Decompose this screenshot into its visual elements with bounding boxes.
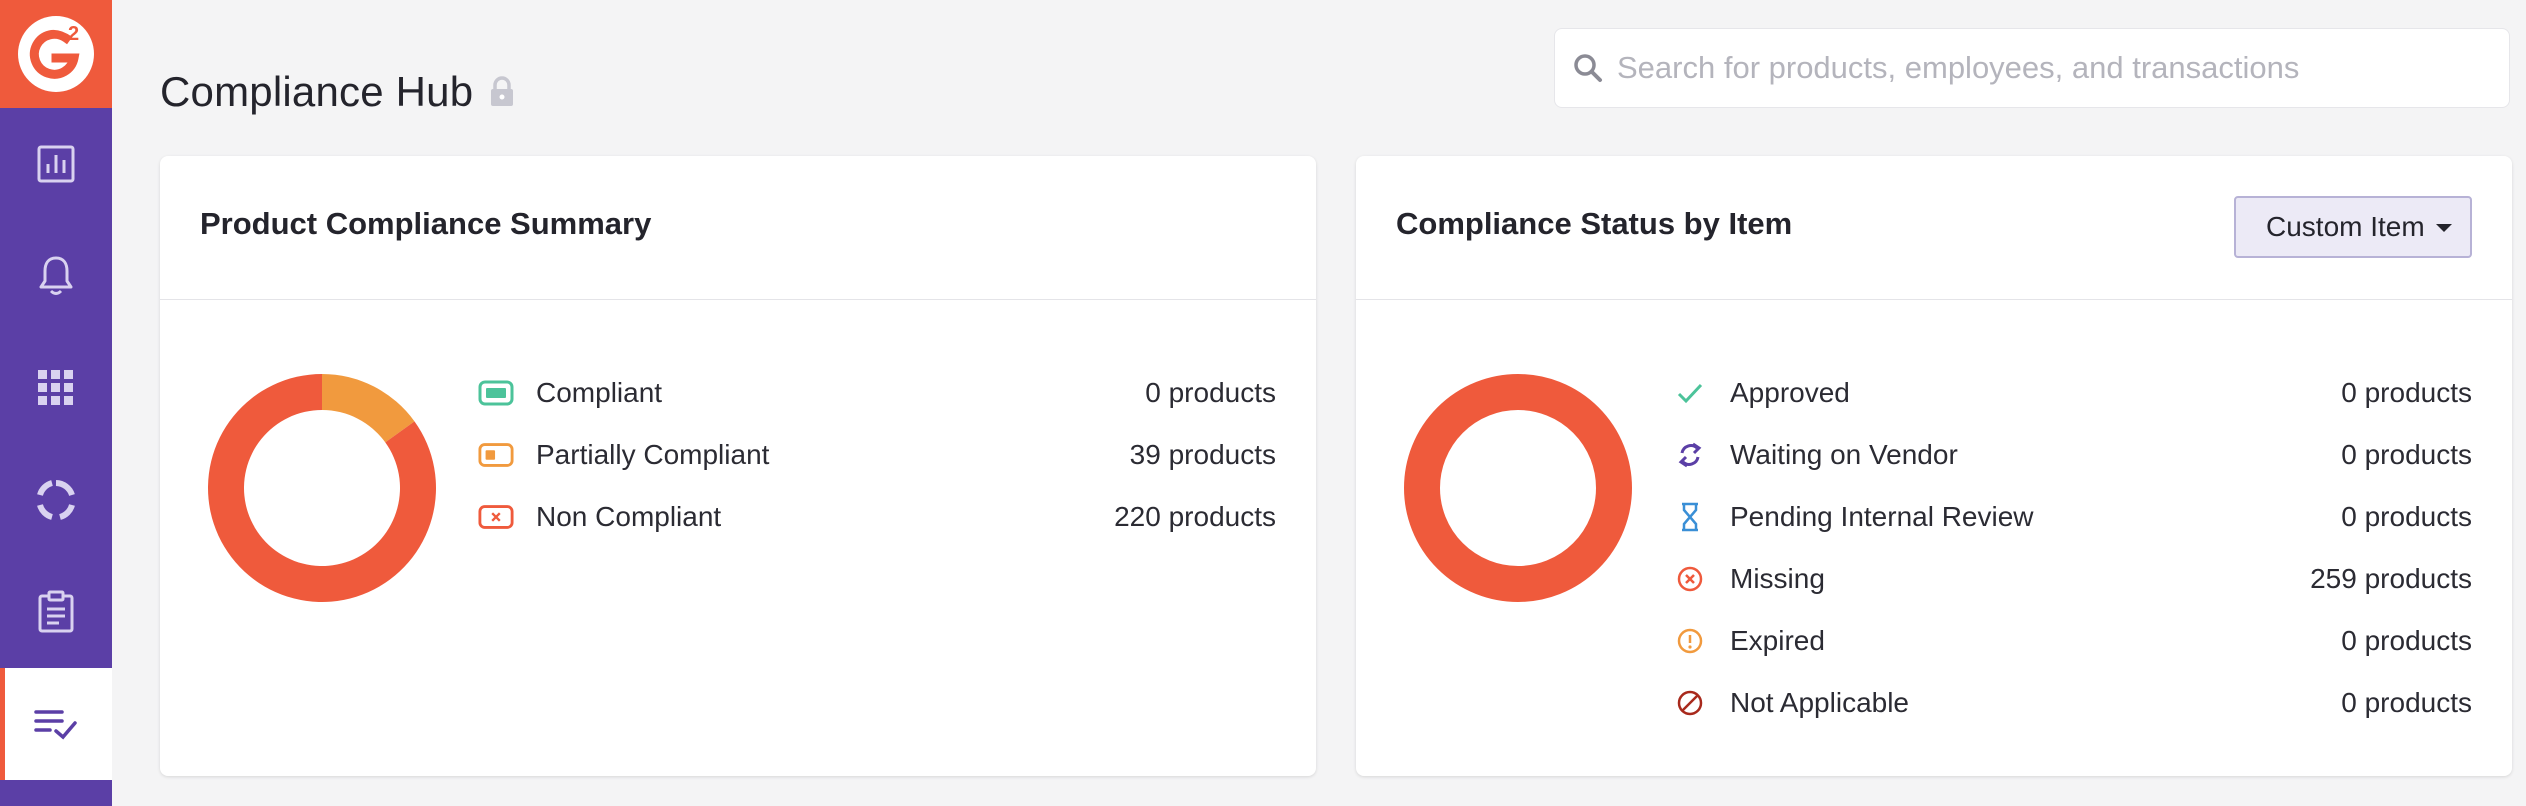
- legend-count: 0 products: [2341, 687, 2472, 718]
- sidebar-item-tasks[interactable]: [0, 556, 112, 668]
- clipboard-icon: [38, 590, 74, 633]
- app: 2 Compliance Hub Search for products, em…: [0, 0, 2526, 806]
- grid-icon: [38, 370, 73, 405]
- legend-count: 39 products: [1129, 439, 1276, 470]
- bell-icon: [39, 256, 73, 295]
- page-title: Compliance Hub: [160, 64, 515, 120]
- circle-slash-icon: [1672, 685, 1708, 721]
- legend-label: Expired: [1730, 625, 1825, 656]
- partial-badge-icon: [478, 437, 514, 473]
- dropdown-value: Custom Item: [2266, 211, 2425, 242]
- legend-label: Partially Compliant: [536, 439, 770, 470]
- lock-icon: [491, 76, 514, 106]
- legend-label: Waiting on Vendor: [1730, 439, 1958, 470]
- circle-x-icon: [1672, 561, 1708, 597]
- compliance-summary-donut-chart: [208, 374, 436, 602]
- checkmark-icon: [1672, 375, 1708, 411]
- legend-row-approved[interactable]: Approved 0 products: [1672, 362, 2472, 424]
- legend-row-waiting-on-vendor[interactable]: Waiting on Vendor 0 products: [1672, 424, 2472, 486]
- legend-count: 0 products: [2341, 439, 2472, 470]
- caret-down-icon: [2436, 224, 2452, 232]
- search-bar[interactable]: [1554, 28, 2510, 108]
- legend-count: 0 products: [2341, 501, 2472, 532]
- legend-row-non-compliant[interactable]: Non Compliant 220 products: [478, 486, 1276, 548]
- bar-chart-icon: [37, 145, 75, 183]
- sidebar: 2: [0, 0, 112, 806]
- card-header: Compliance Status by Item Custom Item: [1356, 156, 2512, 300]
- search-icon: [1574, 54, 1602, 82]
- legend-label: Compliant: [536, 377, 663, 408]
- g2-logo[interactable]: 2: [0, 0, 112, 108]
- g2-logo-icon: 2: [18, 16, 94, 92]
- sidebar-item-reports[interactable]: [0, 108, 112, 220]
- legend-count: 220 products: [1114, 501, 1276, 532]
- page-title-text: Compliance Hub: [160, 68, 474, 115]
- sidebar-item-apps[interactable]: [0, 332, 112, 444]
- compliance-status-donut-chart: [1404, 374, 1632, 602]
- card-header: Product Compliance Summary: [160, 156, 1316, 300]
- legend-row-partially-compliant[interactable]: Partially Compliant 39 products: [478, 424, 1276, 486]
- legend-row-pending-internal-review[interactable]: Pending Internal Review 0 products: [1672, 486, 2472, 548]
- legend-label: Not Applicable: [1730, 687, 1910, 718]
- sidebar-item-analytics[interactable]: [0, 444, 112, 556]
- legend-count: 0 products: [2341, 377, 2472, 408]
- sidebar-item-compliance[interactable]: [0, 668, 112, 780]
- circle-exclamation-icon: [1672, 623, 1708, 659]
- sidebar-item-notifications[interactable]: [0, 220, 112, 332]
- legend-count: 0 products: [1145, 377, 1276, 408]
- compliant-badge-icon: [478, 375, 514, 411]
- legend-row-expired[interactable]: Expired 0 products: [1672, 610, 2472, 672]
- legend-label: Missing: [1730, 563, 1825, 594]
- sync-arrows-icon: [1672, 437, 1708, 473]
- legend-row-compliant[interactable]: Compliant 0 products: [478, 362, 1276, 424]
- legend-label: Non Compliant: [536, 501, 722, 532]
- legend-count: 259 products: [2310, 563, 2472, 594]
- status-legend: Approved 0 products Waiting on Vendor 0 …: [1672, 362, 2472, 734]
- compliance-status-by-item-card: Compliance Status by Item Custom Item Ap…: [1356, 156, 2512, 776]
- summary-legend: Compliant 0 products Partially Compliant…: [478, 362, 1276, 548]
- card-title: Compliance Status by Item: [1396, 206, 1793, 241]
- donut-slice-missing: [1404, 374, 1632, 602]
- legend-row-missing[interactable]: Missing 259 products: [1672, 548, 2472, 610]
- legend-row-not-applicable[interactable]: Not Applicable 0 products: [1672, 672, 2472, 734]
- item-type-dropdown[interactable]: Custom Item: [2234, 196, 2472, 258]
- noncompliant-badge-icon: [478, 499, 514, 535]
- legend-label: Pending Internal Review: [1730, 501, 2034, 532]
- svg-text:2: 2: [68, 23, 79, 45]
- checklist-icon: [34, 710, 77, 740]
- search-input[interactable]: [1617, 50, 2497, 86]
- product-compliance-summary-card: Product Compliance Summary Compliant 0 p…: [160, 156, 1316, 776]
- hourglass-icon: [1672, 499, 1708, 535]
- legend-label: Approved: [1730, 377, 1850, 408]
- circle-segments-icon: [37, 480, 75, 520]
- card-title: Product Compliance Summary: [200, 206, 652, 241]
- legend-count: 0 products: [2341, 625, 2472, 656]
